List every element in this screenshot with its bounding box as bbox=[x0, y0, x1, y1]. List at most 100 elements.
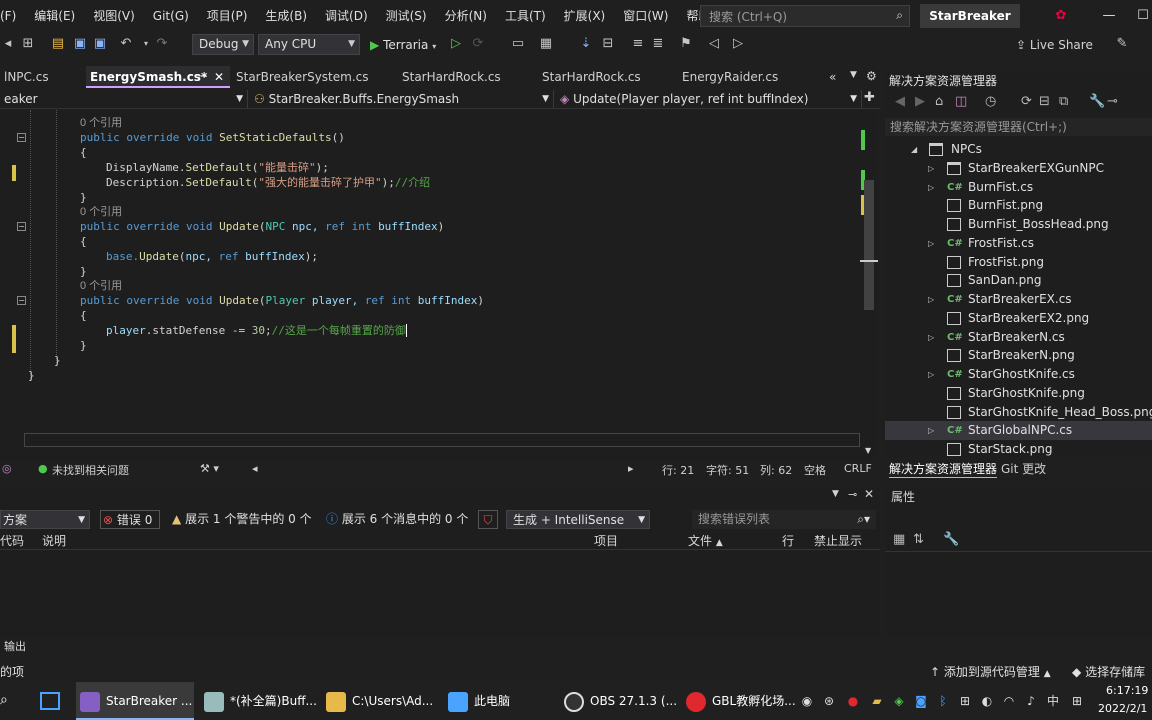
tab-git-changes[interactable]: Git 更改 bbox=[1001, 460, 1046, 477]
open-folder-icon[interactable]: ▤ bbox=[50, 36, 66, 52]
tab-solution-explorer[interactable]: 解决方案资源管理器 bbox=[889, 460, 998, 478]
solution-tree-item[interactable]: StarStack.png bbox=[885, 440, 1152, 459]
select-repo-button[interactable]: ◆ 选择存储库 bbox=[1072, 663, 1145, 680]
messages-filter-button[interactable]: ⓘ 展示 6 个消息中的 0 个 bbox=[326, 510, 468, 529]
uncomment-icon[interactable]: ≣ bbox=[650, 36, 666, 52]
tray-app4-icon[interactable]: ◐ bbox=[980, 694, 994, 708]
layout-icon[interactable]: ▦ bbox=[538, 36, 554, 52]
tab-starbreakersystem[interactable]: StarBreakerSystem.cs bbox=[232, 66, 392, 88]
solution-tree-item[interactable]: ▷ C# BurnFist.cs bbox=[885, 178, 1152, 197]
column-file[interactable]: 文件 ▲ bbox=[688, 532, 723, 550]
browser-icon[interactable]: ▭ bbox=[510, 36, 526, 52]
collapsed-arrow-icon[interactable]: ▷ bbox=[928, 234, 934, 253]
type-dropdown[interactable]: ⚇ StarBreaker.Buffs.EnergySmash ▼ bbox=[250, 90, 554, 108]
whitespace-indicator[interactable]: 空格 bbox=[804, 462, 826, 478]
sort-az-icon[interactable]: ⇅ bbox=[913, 532, 924, 547]
solution-tree-item[interactable]: BurnFist.png bbox=[885, 196, 1152, 215]
scroll-right-icon[interactable]: ▸ bbox=[628, 462, 634, 475]
member-dropdown[interactable]: ◈ Update(Player player, ref int buffInde… bbox=[556, 90, 862, 108]
undo-dropdown-icon[interactable]: ▾ bbox=[138, 36, 154, 52]
search-input[interactable]: 搜索 (Ctrl+Q) ⌕ bbox=[700, 5, 910, 27]
new-project-icon[interactable]: ⊞ bbox=[20, 36, 36, 52]
line-ending-indicator[interactable]: CRLF bbox=[844, 462, 872, 475]
menu-tools[interactable]: 工具(T) bbox=[496, 0, 555, 32]
show-all-icon[interactable]: ⧉ bbox=[1059, 94, 1068, 109]
save-all-icon[interactable]: ▣ bbox=[92, 36, 108, 52]
volume-icon[interactable]: ♪ bbox=[1024, 694, 1038, 708]
properties-icon[interactable]: 🔧 bbox=[1089, 94, 1105, 109]
step-icon[interactable]: ⇣ bbox=[578, 36, 594, 52]
solution-tree-item[interactable]: SanDan.png bbox=[885, 271, 1152, 290]
menu-edit[interactable]: 编辑(E) bbox=[25, 0, 84, 32]
redo-icon[interactable]: ↷ bbox=[154, 36, 170, 52]
collapsed-arrow-icon[interactable]: ▷ bbox=[928, 178, 934, 197]
menu-file[interactable]: (F) bbox=[0, 0, 25, 32]
input-method-icon[interactable]: ⊞ bbox=[1070, 694, 1084, 708]
preview-icon[interactable]: ⊸ bbox=[1107, 94, 1118, 109]
start-without-debug-icon[interactable]: ▷ bbox=[448, 36, 464, 52]
taskbar-obs[interactable]: OBS 27.1.3 (... bbox=[560, 682, 678, 720]
tray-app3-icon[interactable]: ⊞ bbox=[958, 694, 972, 708]
editor-scrollbar[interactable]: ▼ bbox=[860, 110, 878, 460]
nav-forward-icon[interactable]: ▷ bbox=[730, 36, 746, 52]
reference-count[interactable]: 0 个引用 bbox=[80, 206, 122, 218]
column-suppression[interactable]: 禁止显示 bbox=[814, 532, 862, 550]
solution-tree-item[interactable]: ▷ StarBreakerEXGunNPC bbox=[885, 159, 1152, 178]
tab-energyraider[interactable]: EnergyRaider.cs bbox=[678, 66, 818, 88]
collapsed-arrow-icon[interactable]: ▷ bbox=[928, 290, 934, 309]
comment-icon[interactable]: ≡ bbox=[630, 36, 646, 52]
back-icon[interactable]: ◀ bbox=[895, 94, 905, 109]
taskbar-notepad[interactable]: *(补全篇)Buff... bbox=[200, 682, 318, 720]
feedback-icon[interactable]: ✎ bbox=[1114, 36, 1130, 52]
maximize-button[interactable]: ☐ bbox=[1128, 0, 1152, 32]
taskbar-visual-studio[interactable]: StarBreaker ... bbox=[76, 682, 194, 720]
solution-tree-item[interactable]: StarBreakerEX2.png bbox=[885, 309, 1152, 328]
bookmark-icon[interactable]: ⊟ bbox=[600, 36, 616, 52]
tray-shield-icon[interactable]: ◈ bbox=[892, 694, 906, 708]
solution-tree-item[interactable]: ▷ C# FrostFist.cs bbox=[885, 234, 1152, 253]
scope-select[interactable]: 方案 ▼ bbox=[0, 510, 90, 529]
solution-tree-item[interactable]: StarGhostKnife_Head_Boss.png bbox=[885, 403, 1152, 422]
collapsed-arrow-icon[interactable]: ▷ bbox=[928, 365, 934, 384]
collapse-icon[interactable]: − bbox=[17, 296, 26, 305]
zoom-icon[interactable]: ◎ bbox=[2, 462, 12, 475]
add-source-control-button[interactable]: ↑ 添加到源代码管理 ▲ bbox=[930, 663, 1051, 680]
scroll-thumb[interactable] bbox=[864, 180, 874, 310]
ime-indicator[interactable]: 中 bbox=[1046, 694, 1060, 708]
reference-count[interactable]: 0 个引用 bbox=[80, 117, 122, 129]
pin-icon[interactable]: ⊸ bbox=[198, 66, 206, 88]
brush-icon[interactable]: ⚒ ▾ bbox=[200, 462, 219, 475]
config-select[interactable]: Debug ▼ bbox=[192, 34, 254, 55]
back-icon[interactable]: ◂ bbox=[0, 36, 16, 52]
issues-label[interactable]: 未找到相关问题 bbox=[52, 462, 129, 478]
solution-tree-item[interactable]: ▷ C# StarGhostKnife.cs bbox=[885, 365, 1152, 384]
tray-app-icon[interactable]: ◉ bbox=[800, 694, 814, 708]
project-dropdown[interactable]: eaker ▼ bbox=[0, 90, 248, 108]
reference-count[interactable]: 0 个引用 bbox=[80, 280, 122, 292]
bluetooth-icon[interactable]: ᛒ bbox=[936, 694, 950, 708]
solution-tree-item[interactable]: ▷ C# StarGlobalNPC.cs bbox=[885, 421, 1152, 441]
collapsed-arrow-icon[interactable]: ▷ bbox=[928, 421, 934, 440]
tab-energysmash[interactable]: EnergySmash.cs* ⊸ ✕ bbox=[86, 66, 230, 88]
taskbar-this-pc[interactable]: 此电脑 bbox=[444, 682, 554, 720]
solution-tree-item[interactable]: ▷ C# StarBreakerN.cs bbox=[885, 328, 1152, 347]
task-view-icon[interactable] bbox=[40, 692, 60, 710]
solution-tree-item[interactable]: ▷ C# StarBreakerEX.cs bbox=[885, 290, 1152, 309]
taskbar-netease[interactable]: GBL教孵化场... bbox=[682, 682, 796, 720]
clock-time[interactable]: 6:17:19 bbox=[1106, 684, 1148, 697]
settings-icon[interactable]: ⚙ bbox=[866, 69, 877, 83]
pin-icon[interactable]: ⊸ bbox=[848, 488, 857, 501]
menu-window[interactable]: 窗口(W) bbox=[614, 0, 677, 32]
save-icon[interactable]: ▣ bbox=[72, 36, 88, 52]
solution-search-input[interactable]: 搜索解决方案资源管理器(Ctrl+;) bbox=[885, 118, 1152, 136]
platform-select[interactable]: Any CPU ▼ bbox=[258, 34, 360, 55]
collapse-icon[interactable]: − bbox=[17, 222, 26, 231]
clock-date[interactable]: 2022/2/1 bbox=[1098, 702, 1147, 715]
scroll-down-icon[interactable]: ▼ bbox=[865, 446, 871, 455]
line-indicator[interactable]: 行: 21 bbox=[662, 462, 694, 478]
solution-tree-item[interactable]: ◢ NPCs bbox=[885, 140, 1152, 159]
column-line[interactable]: 行 bbox=[782, 532, 794, 550]
menu-git[interactable]: Git(G) bbox=[144, 0, 198, 32]
collapse-all-icon[interactable]: ⊟ bbox=[1039, 94, 1050, 109]
tab-starhardrock-2[interactable]: StarHardRock.cs bbox=[538, 66, 674, 88]
